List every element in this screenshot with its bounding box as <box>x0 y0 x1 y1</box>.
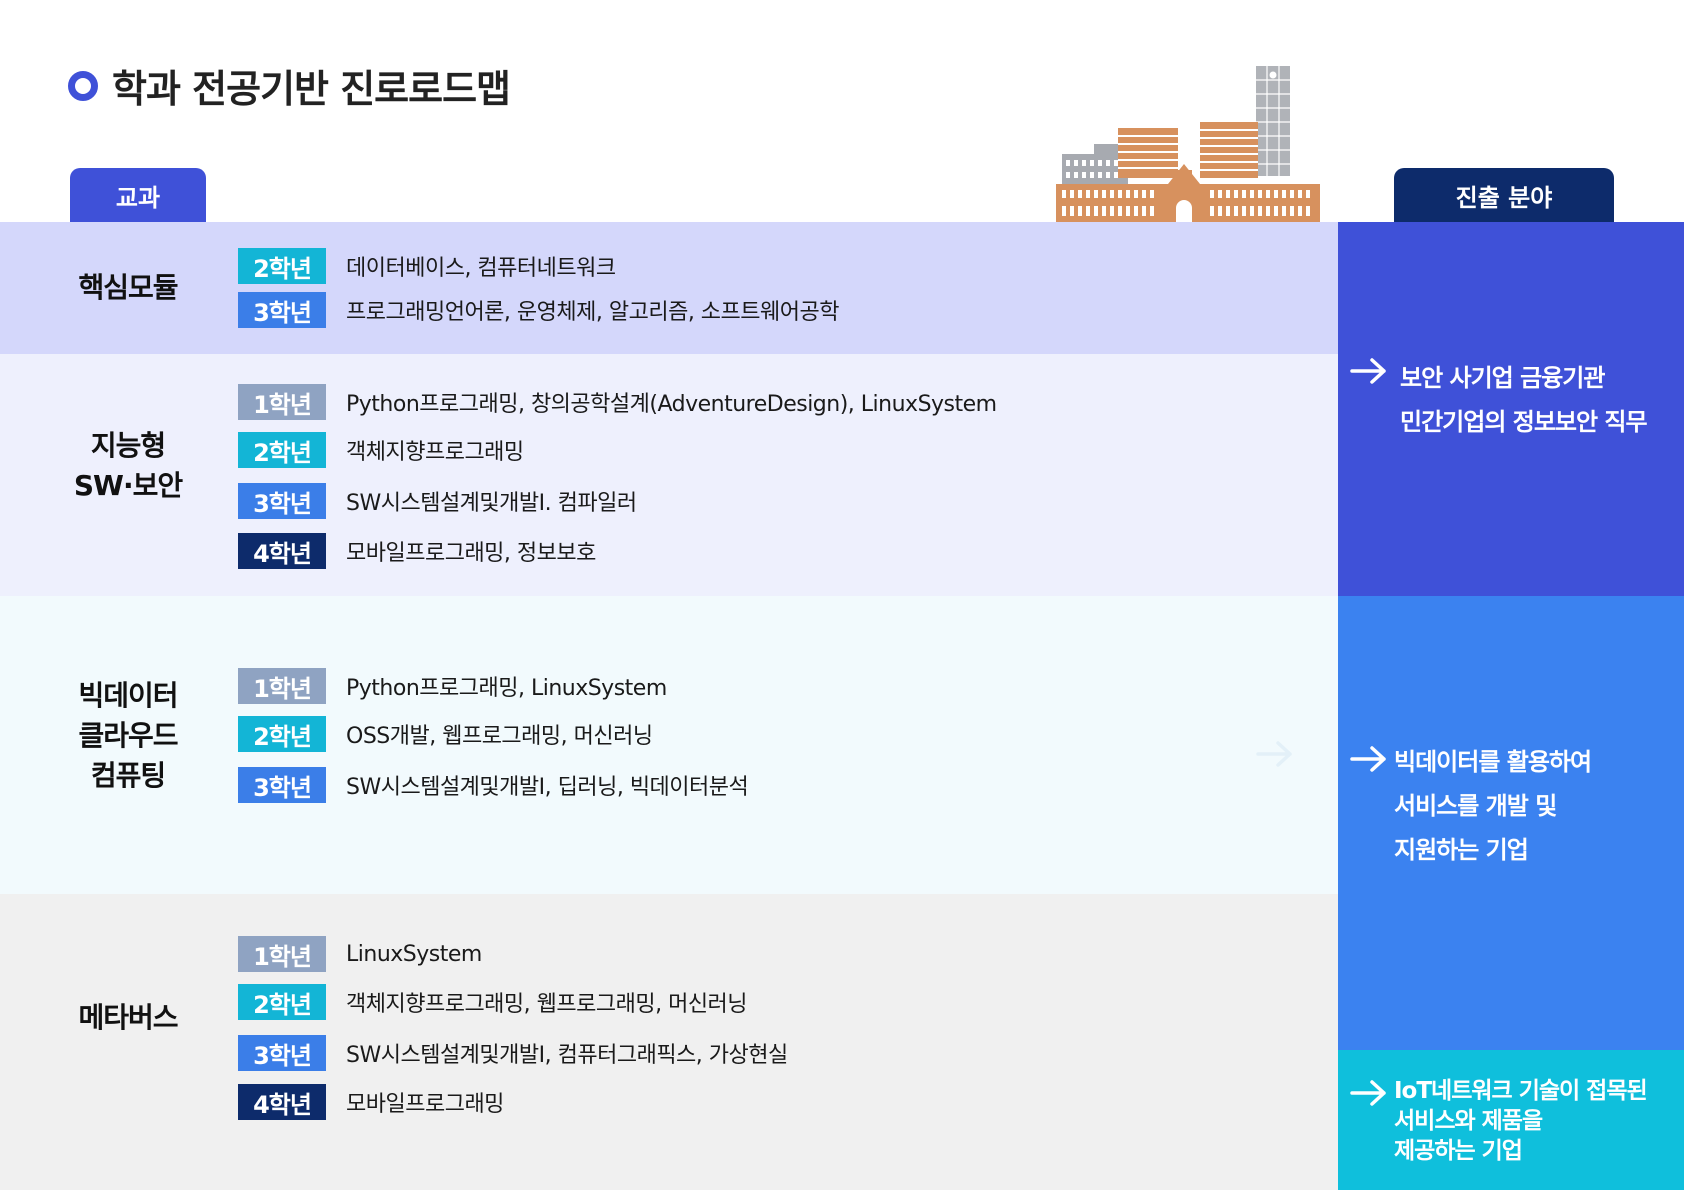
course-list: SW시스템설계및개발I. 컴파일러 <box>346 491 637 516</box>
year-badge: 2학년 <box>238 248 326 284</box>
year-badge: 1학년 <box>238 668 326 704</box>
course-row: 3학년 SW시스템설계및개발I, 딥러닝, 빅데이터분석 <box>238 767 749 803</box>
subjects-column-tab: 교과 <box>70 168 206 222</box>
group-name: 메타버스 <box>78 1001 178 1034</box>
year-badge: 2학년 <box>238 716 326 752</box>
year-badge: 4학년 <box>238 533 326 569</box>
career-column-tab: 진출 분야 <box>1394 168 1614 222</box>
course-list: Python프로그래밍, LinuxSystem <box>346 676 667 701</box>
course-list: LinuxSystem <box>346 941 482 967</box>
course-list: 프로그래밍언어론, 운영체제, 알고리즘, 소프트웨어공학 <box>346 300 839 325</box>
group-band-intelligent-sw-security: 지능형 SW·보안 1학년 Python프로그래밍, 창의공학설계(Advent… <box>0 354 1338 596</box>
group-band-bigdata-cloud: 빅데이터 클라우드 컴퓨팅 1학년 Python프로그래밍, LinuxSyst… <box>0 596 1338 894</box>
arrow-right-icon <box>1256 741 1292 767</box>
course-list: 모바일프로그래밍 <box>346 1092 504 1117</box>
year-badge: 1학년 <box>238 384 326 420</box>
course-row: 2학년 데이터베이스, 컴퓨터네트워크 <box>238 248 616 284</box>
group-name: 핵심모듈 <box>78 271 178 304</box>
course-row: 2학년 OSS개발, 웹프로그래밍, 머신러닝 <box>238 716 653 752</box>
page-title: 학과 전공기반 진로로드맵 <box>68 58 511 113</box>
year-badge: 3학년 <box>238 292 326 328</box>
year-badge: 2학년 <box>238 984 326 1020</box>
course-row: 2학년 객체지향프로그래밍, 웹프로그래밍, 머신러닝 <box>238 984 748 1020</box>
course-list: OSS개발, 웹프로그래밍, 머신러닝 <box>346 724 653 749</box>
circle-bullet-icon <box>68 70 98 101</box>
course-row: 1학년 Python프로그래밍, 창의공학설계(AdventureDesign)… <box>238 384 997 420</box>
year-badge: 4학년 <box>238 1084 326 1120</box>
career-description: 보안 사기업 금융기관 민간기업의 정보보안 직무 <box>1400 364 1648 436</box>
course-list: SW시스템설계및개발I, 컴퓨터그래픽스, 가상현실 <box>346 1043 788 1068</box>
course-list: 데이터베이스, 컴퓨터네트워크 <box>346 256 616 281</box>
year-badge: 2학년 <box>238 432 326 468</box>
career-panel-iot: IoT네트워크 기술이 접목된 서비스와 제품을 제공하는 기업 <box>1338 1050 1684 1190</box>
page-title-text: 학과 전공기반 진로로드맵 <box>112 67 511 111</box>
year-badge: 1학년 <box>238 936 326 972</box>
arrow-right-icon <box>1350 358 1386 384</box>
course-row: 3학년 SW시스템설계및개발I. 컴파일러 <box>238 483 637 519</box>
career-description: IoT네트워크 기술이 접목된 서비스와 제품을 제공하는 기업 <box>1394 1078 1648 1164</box>
group-name: 지능형 SW·보안 <box>73 429 183 502</box>
course-row: 2학년 객체지향프로그래밍 <box>238 432 524 468</box>
course-list: Python프로그래밍, 창의공학설계(AdventureDesign), Li… <box>346 392 997 417</box>
career-panel-security: 보안 사기업 금융기관 민간기업의 정보보안 직무 <box>1338 222 1684 596</box>
year-badge: 3학년 <box>238 483 326 519</box>
course-list: 객체지향프로그래밍 <box>346 440 524 465</box>
year-badge: 3학년 <box>238 767 326 803</box>
arrow-right-icon <box>1350 746 1386 772</box>
year-badge: 3학년 <box>238 1035 326 1071</box>
group-band-core: 핵심모듈 2학년 데이터베이스, 컴퓨터네트워크 3학년 프로그래밍언어론, 운… <box>0 222 1338 354</box>
course-row: 1학년 Python프로그래밍, LinuxSystem <box>238 668 667 704</box>
career-description: 빅데이터를 활용하여 서비스를 개발 및 지원하는 기업 <box>1394 748 1592 864</box>
arrow-right-icon <box>1350 1080 1386 1106</box>
course-row: 4학년 모바일프로그래밍, 정보보호 <box>238 533 596 569</box>
course-list: 객체지향프로그래밍, 웹프로그래밍, 머신러닝 <box>346 992 748 1017</box>
course-row: 3학년 프로그래밍언어론, 운영체제, 알고리즘, 소프트웨어공학 <box>238 292 839 328</box>
course-list: SW시스템설계및개발I, 딥러닝, 빅데이터분석 <box>346 775 749 800</box>
group-name: 빅데이터 클라우드 컴퓨팅 <box>78 679 178 792</box>
career-panel-bigdata: 빅데이터를 활용하여 서비스를 개발 및 지원하는 기업 <box>1338 596 1684 1050</box>
group-band-metaverse: 메타버스 1학년 LinuxSystem 2학년 객체지향프로그래밍, 웹프로그… <box>0 894 1338 1190</box>
course-row: 3학년 SW시스템설계및개발I, 컴퓨터그래픽스, 가상현실 <box>238 1035 788 1071</box>
campus-buildings-illustration <box>1056 66 1320 222</box>
course-row: 4학년 모바일프로그래밍 <box>238 1084 504 1120</box>
course-row: 1학년 LinuxSystem <box>238 936 482 972</box>
course-list: 모바일프로그래밍, 정보보호 <box>346 541 596 566</box>
